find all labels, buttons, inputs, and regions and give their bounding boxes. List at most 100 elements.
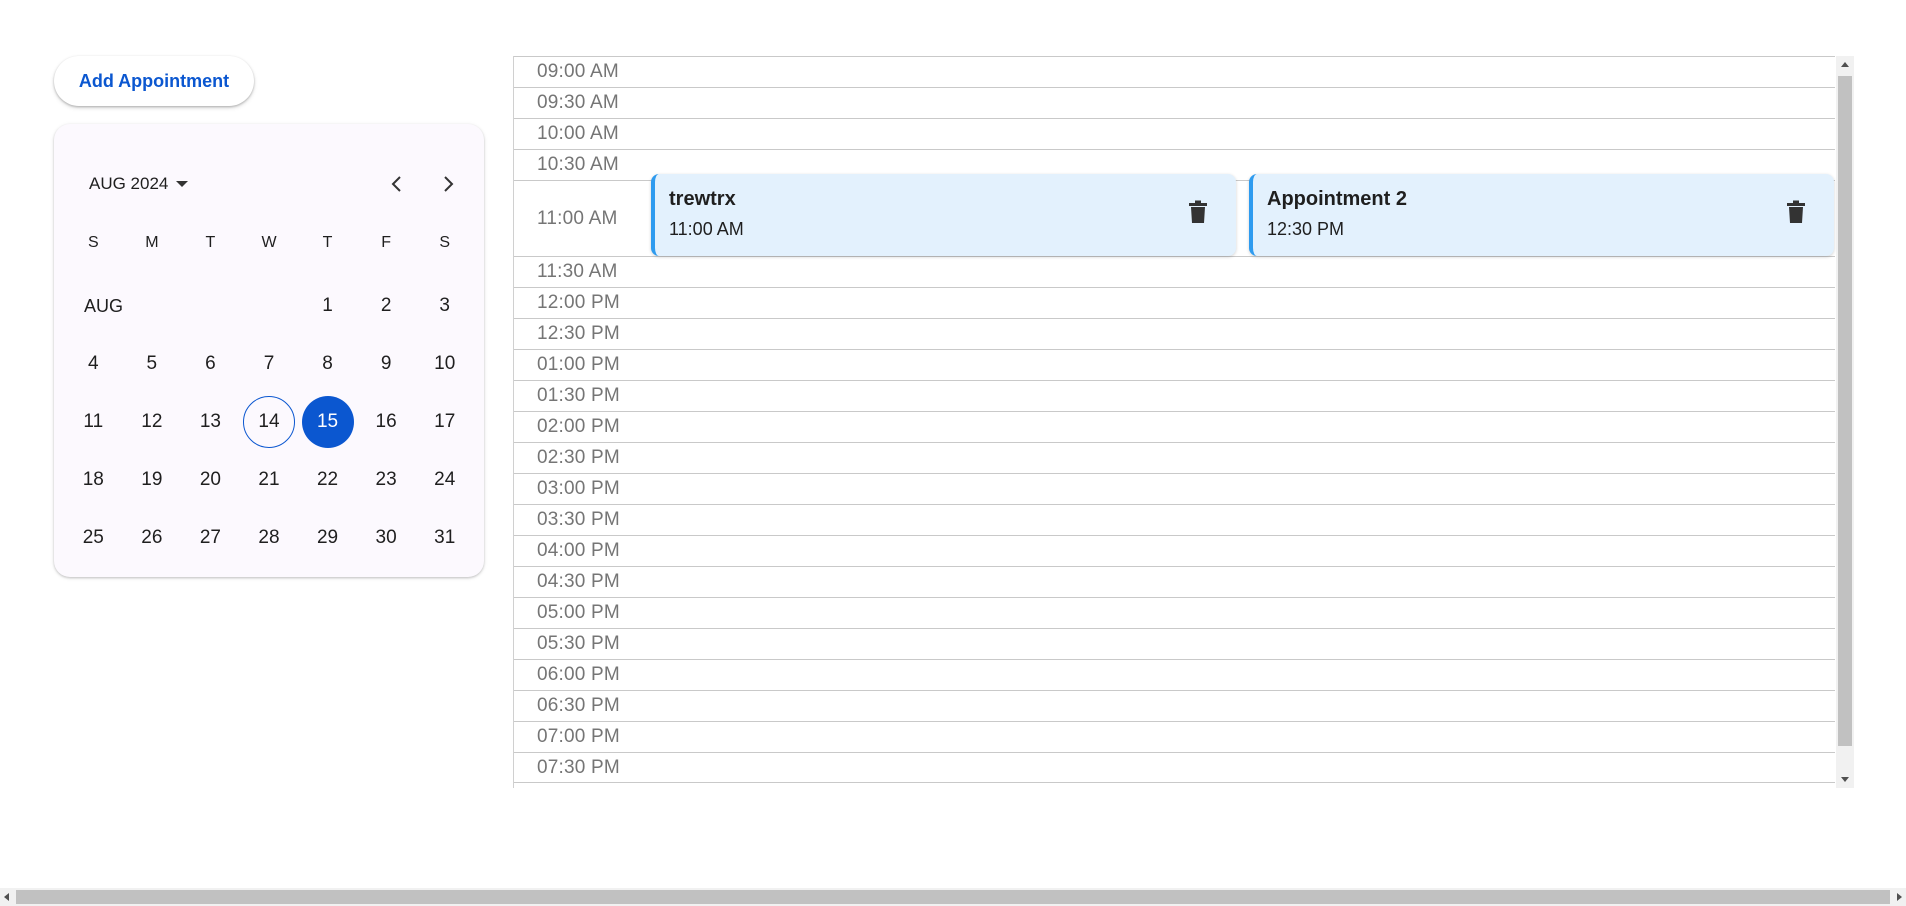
calendar-day-13[interactable]: 13 <box>184 396 236 448</box>
scroll-left-icon[interactable] <box>4 893 9 901</box>
calendar-day-18[interactable]: 18 <box>67 454 119 506</box>
calendar-day-8[interactable]: 8 <box>302 338 354 390</box>
time-slot-label: 07:00 PM <box>537 726 620 747</box>
calendar-grid: AUG 1 2 3 4 5 6 7 8 9 10 11 12 13 14 15 16 17 18 19 20 21 22 23… <box>64 277 474 567</box>
calendar-day-15[interactable]: 15 <box>301 396 354 448</box>
appointment-title: trewtrx <box>669 188 736 210</box>
time-slot-row[interactable]: 03:00 PM <box>514 473 1835 504</box>
trash-icon <box>1189 200 1207 223</box>
time-slot-label: 05:00 PM <box>537 602 620 623</box>
time-slot-row[interactable]: 10:00 AM <box>514 118 1835 149</box>
calendar-day-cell: 8 <box>298 335 357 393</box>
calendar-day-23[interactable]: 23 <box>360 454 412 506</box>
time-slot-row[interactable]: 01:00 PM <box>514 349 1835 380</box>
time-slot-row[interactable]: 04:00 PM <box>514 535 1835 566</box>
calendar-day-cell: 20 <box>181 451 240 509</box>
time-slot-label: 02:00 PM <box>537 416 620 437</box>
appointment-card[interactable]: Appointment 2 12:30 PM <box>1249 174 1834 256</box>
date-picker-card: AUG 2024 SMTWTFS AUG 1 2 3 4 5 6 7 8 9 10 11 12 13 14 1… <box>54 124 484 577</box>
calendar-day-cell: 26 <box>123 509 182 567</box>
calendar-day-16[interactable]: 16 <box>360 396 412 448</box>
weekday-label: F <box>381 234 392 251</box>
calendar-day-29[interactable]: 29 <box>302 512 354 564</box>
scrollbar-thumb-horizontal[interactable] <box>16 890 1890 904</box>
calendar-day-cell: 23 <box>357 451 416 509</box>
calendar-day-12[interactable]: 12 <box>126 396 178 448</box>
scroll-right-icon[interactable] <box>1897 893 1902 901</box>
time-slot-label: 04:00 PM <box>537 540 620 561</box>
calendar-day-31[interactable]: 31 <box>419 512 471 564</box>
time-slot-row[interactable]: 04:30 PM <box>514 566 1835 597</box>
calendar-day-cell: 16 <box>357 393 416 451</box>
time-slot-row[interactable]: 12:00 PM <box>514 287 1835 318</box>
calendar-day-cell: 25 <box>64 509 123 567</box>
calendar-day-19[interactable]: 19 <box>126 454 178 506</box>
calendar-day-21[interactable]: 21 <box>243 454 295 506</box>
calendar-day-1[interactable]: 1 <box>302 280 354 332</box>
calendar-day-5[interactable]: 5 <box>126 338 178 390</box>
calendar-day-7[interactable]: 7 <box>243 338 295 390</box>
calendar-day-28[interactable]: 28 <box>243 512 295 564</box>
calendar-day-17[interactable]: 17 <box>419 396 471 448</box>
calendar-day-22[interactable]: 22 <box>302 454 354 506</box>
weekday-label: T <box>322 234 333 251</box>
time-slot-row[interactable]: 09:30 AM <box>514 87 1835 118</box>
calendar-day-cell: 13 <box>181 393 240 451</box>
time-slot-label: 12:30 PM <box>537 323 620 344</box>
calendar-day-24[interactable]: 24 <box>419 454 471 506</box>
day-schedule[interactable]: 09:00 AM 09:30 AM 10:00 AM 10:30 AM 11:00 AM… <box>513 56 1856 788</box>
scroll-down-icon[interactable] <box>1841 777 1849 782</box>
time-slot-label: 06:30 PM <box>537 695 620 716</box>
calendar-day-3[interactable]: 3 <box>419 280 471 332</box>
calendar-day-cell: 29 <box>298 509 357 567</box>
calendar-day-14[interactable]: 14 <box>242 396 295 448</box>
appointment-title: Appointment 2 <box>1267 188 1407 210</box>
time-slot-label: 04:30 PM <box>537 571 620 592</box>
calendar-day-cell: 7 <box>240 335 299 393</box>
caret-down-icon <box>176 181 189 187</box>
delete-appointment-button[interactable] <box>1784 198 1808 226</box>
calendar-day-cell: 11 <box>64 393 123 451</box>
time-slot-row[interactable]: 12:30 PM <box>514 318 1835 349</box>
calendar-day-cell: 12 <box>123 393 182 451</box>
time-slot-row[interactable]: 01:30 PM <box>514 380 1835 411</box>
time-slot-row[interactable]: 02:00 PM <box>514 411 1835 442</box>
calendar-day-25[interactable]: 25 <box>67 512 119 564</box>
time-slot-row[interactable]: 02:30 PM <box>514 442 1835 473</box>
calendar-day-30[interactable]: 30 <box>360 512 412 564</box>
time-slot-label: 09:30 AM <box>537 92 619 113</box>
calendar-day-9[interactable]: 9 <box>360 338 412 390</box>
time-slot-row[interactable]: 06:00 PM <box>514 659 1835 690</box>
appointment-card[interactable]: trewtrx 11:00 AM <box>651 174 1236 256</box>
time-slot-row[interactable]: 07:00 PM <box>514 721 1835 752</box>
delete-appointment-button[interactable] <box>1186 198 1210 226</box>
time-slot-row[interactable]: 03:30 PM <box>514 504 1835 535</box>
time-slot-row[interactable]: 11:30 AM <box>514 256 1835 287</box>
add-appointment-button[interactable]: Add Appointment <box>54 56 254 106</box>
time-slot-label: 11:00 AM <box>537 207 618 229</box>
calendar-day-4[interactable]: 4 <box>67 338 119 390</box>
vertical-scrollbar[interactable] <box>1836 56 1854 788</box>
calendar-day-11[interactable]: 11 <box>67 396 119 448</box>
calendar-day-2[interactable]: 2 <box>360 280 412 332</box>
next-month-button[interactable] <box>432 168 464 200</box>
time-slot-row[interactable]: 06:30 PM <box>514 690 1835 721</box>
time-slot-row[interactable]: 05:00 PM <box>514 597 1835 628</box>
calendar-day-27[interactable]: 27 <box>184 512 236 564</box>
calendar-day-cell: 31 <box>415 509 474 567</box>
calendar-day-6[interactable]: 6 <box>184 338 236 390</box>
time-slot-row[interactable]: 09:00 AM <box>514 56 1835 87</box>
scroll-up-icon[interactable] <box>1841 62 1849 67</box>
horizontal-scrollbar[interactable] <box>0 888 1906 906</box>
weekday-label: T <box>205 234 216 251</box>
calendar-day-26[interactable]: 26 <box>126 512 178 564</box>
time-slot-label: 03:30 PM <box>537 509 620 530</box>
scrollbar-thumb[interactable] <box>1838 76 1852 746</box>
previous-month-button[interactable] <box>381 168 413 200</box>
calendar-day-20[interactable]: 20 <box>184 454 236 506</box>
calendar-day-10[interactable]: 10 <box>419 338 471 390</box>
time-slot-row[interactable]: 07:30 PM <box>514 752 1835 783</box>
time-slot-row[interactable]: 05:30 PM <box>514 628 1835 659</box>
month-year-selector[interactable]: AUG 2024 <box>89 169 189 199</box>
calendar-day-cell: 5 <box>123 335 182 393</box>
